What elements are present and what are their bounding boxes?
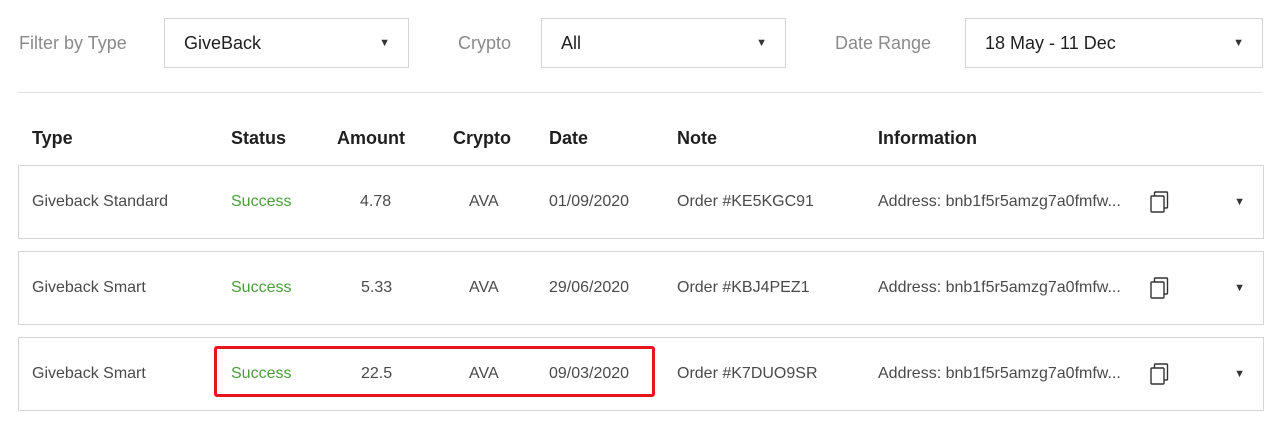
chevron-down-icon: ▼ (379, 37, 390, 49)
filter-crypto-value: All (561, 33, 582, 53)
filter-crypto-select[interactable]: All ▼ (541, 18, 786, 68)
cell-information: Address: bnb1f5r5amzg7a0fmfw... (878, 193, 1121, 210)
cell-type: Giveback Standard (32, 193, 169, 210)
table-row[interactable]: Giveback Smart Success 5.33 AVA 29/06/20… (18, 251, 1264, 325)
expand-row-icon[interactable]: ▼ (1234, 252, 1245, 324)
header-crypto: Crypto (453, 128, 511, 148)
cell-date: 09/03/2020 (549, 365, 630, 382)
table-row[interactable]: Giveback Smart Success 22.5 AVA 09/03/20… (18, 337, 1264, 411)
header-status: Status (231, 128, 287, 148)
table-header: Type Status Amount Crypto Date Note Info… (18, 118, 1262, 164)
filter-type-select[interactable]: GiveBack ▼ (164, 18, 409, 68)
copy-icon[interactable] (1150, 277, 1170, 299)
cell-note: Order #K7DUO9SR (677, 365, 818, 382)
copy-icon[interactable] (1150, 363, 1170, 385)
cell-note: Order #KBJ4PEZ1 (677, 279, 810, 296)
cell-date: 29/06/2020 (549, 279, 630, 296)
filter-date-value: 18 May - 11 Dec (985, 33, 1116, 53)
filter-date-select[interactable]: 18 May - 11 Dec ▼ (965, 18, 1263, 68)
expand-row-icon[interactable]: ▼ (1234, 166, 1245, 238)
cell-status: Success (231, 365, 292, 382)
cell-amount: 5.33 (361, 279, 393, 296)
header-date: Date (549, 128, 589, 148)
table-row[interactable]: Giveback Standard Success 4.78 AVA 01/09… (18, 165, 1264, 239)
cell-note: Order #KE5KGC91 (677, 193, 814, 210)
cell-date: 01/09/2020 (549, 193, 630, 210)
expand-row-icon[interactable]: ▼ (1234, 338, 1245, 410)
cell-information: Address: bnb1f5r5amzg7a0fmfw... (878, 365, 1121, 382)
filter-type-value: GiveBack (184, 33, 262, 53)
filter-bar: Filter by Type GiveBack ▼ Crypto All ▼ D… (18, 18, 1263, 68)
header-type: Type (32, 128, 73, 148)
filter-crypto-label: Crypto (458, 33, 512, 53)
header-note: Note (677, 128, 717, 148)
cell-status: Success (231, 279, 292, 296)
copy-icon[interactable] (1150, 191, 1170, 213)
cell-crypto: AVA (469, 279, 499, 296)
chevron-down-icon: ▼ (756, 37, 767, 49)
divider (18, 92, 1262, 93)
cell-information: Address: bnb1f5r5amzg7a0fmfw... (878, 279, 1121, 296)
cell-amount: 22.5 (361, 365, 393, 382)
header-amount: Amount (337, 128, 405, 148)
cell-type: Giveback Smart (32, 279, 146, 296)
cell-status: Success (231, 193, 292, 210)
chevron-down-icon: ▼ (1233, 37, 1244, 49)
cell-crypto: AVA (469, 193, 499, 210)
filter-type-label: Filter by Type (19, 33, 127, 53)
cell-type: Giveback Smart (32, 365, 146, 382)
header-information: Information (878, 128, 977, 148)
cell-crypto: AVA (469, 365, 499, 382)
cell-amount: 4.78 (360, 193, 392, 210)
filter-date-label: Date Range (835, 33, 932, 53)
